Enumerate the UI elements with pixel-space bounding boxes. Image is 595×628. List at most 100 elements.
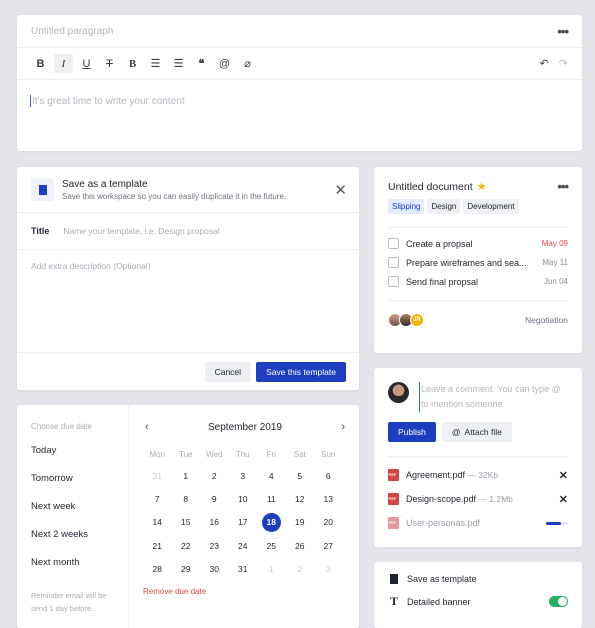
- calendar-grid: Mon Tue Wed Thu Fri Sat Sun 31 1 2 3 4 5 6 7 8 9 10 11 12 13…: [143, 445, 347, 581]
- calendar: ‹ September 2019 › Mon Tue Wed Thu Fri Sat Sun…: [129, 405, 359, 628]
- calendar-day[interactable]: 3: [314, 558, 343, 581]
- star-icon[interactable]: ★: [477, 181, 487, 193]
- date-option-next-2-weeks[interactable]: Next 2 weeks: [31, 529, 114, 557]
- detailed-banner-toggle[interactable]: [549, 596, 568, 607]
- calendar-day[interactable]: 25: [257, 534, 286, 557]
- calendar-day[interactable]: 13: [314, 487, 343, 510]
- calendar-day[interactable]: 27: [314, 534, 343, 557]
- task-text: Create a propsal: [406, 238, 473, 249]
- description-input[interactable]: Add extra description (Optional): [17, 250, 359, 353]
- calendar-day[interactable]: 2: [286, 558, 315, 581]
- publish-button[interactable]: Publish: [388, 422, 436, 442]
- quick-dates: Choose due date Today Tomorrow Next week…: [17, 405, 129, 628]
- weekday-label: Sun: [321, 450, 336, 459]
- calendar-day[interactable]: 26: [286, 534, 315, 557]
- quote-icon[interactable]: ❝: [192, 54, 211, 73]
- underline-icon[interactable]: U: [77, 54, 96, 73]
- calendar-day[interactable]: 1: [257, 558, 286, 581]
- selected-day[interactable]: 18: [261, 512, 281, 532]
- weekday-label: Thu: [235, 450, 250, 459]
- italic-icon[interactable]: I: [54, 54, 73, 73]
- undo-icon[interactable]: ↶: [540, 57, 549, 70]
- calendar-day[interactable]: 21: [143, 534, 172, 557]
- ordered-list-icon[interactable]: ☰: [146, 54, 165, 73]
- calendar-day[interactable]: 30: [200, 558, 229, 581]
- calendar-day[interactable]: 15: [172, 511, 201, 534]
- more-icon[interactable]: •••: [557, 180, 569, 193]
- attach-file-button[interactable]: @ Attach file: [441, 422, 512, 442]
- calendar-day[interactable]: 6: [314, 464, 343, 487]
- calendar-day[interactable]: 9: [200, 487, 229, 510]
- calendar-day[interactable]: 28: [143, 558, 172, 581]
- bold-icon[interactable]: B: [31, 54, 50, 73]
- settings-card: Save as template T Detailed banner: [374, 562, 582, 628]
- comment-input[interactable]: Leave a comment. You can type @ to menti…: [419, 382, 568, 412]
- calendar-day[interactable]: 3: [229, 464, 258, 487]
- calendar-day[interactable]: 17: [229, 511, 258, 534]
- date-option-today[interactable]: Today: [31, 445, 114, 473]
- calendar-day[interactable]: 24: [229, 534, 258, 557]
- document-title[interactable]: Untitled document: [388, 181, 473, 193]
- calendar-day[interactable]: 7: [143, 487, 172, 510]
- date-option-tomorrow[interactable]: Tomorrow: [31, 473, 114, 501]
- tag[interactable]: Development: [463, 199, 519, 214]
- calendar-day[interactable]: 16: [200, 511, 229, 534]
- strikethrough-icon[interactable]: T: [100, 54, 119, 73]
- remove-file-icon[interactable]: ✕: [559, 469, 568, 482]
- link-icon[interactable]: @: [215, 54, 234, 73]
- calendar-day[interactable]: 4: [257, 464, 286, 487]
- date-option-next-month[interactable]: Next month: [31, 557, 114, 585]
- document-card: Untitled document ★ ••• Slipping Design D…: [374, 167, 582, 353]
- date-option-next-week[interactable]: Next week: [31, 501, 114, 529]
- title-input[interactable]: Untitled paragraph: [31, 26, 113, 37]
- calendar-day[interactable]: 5: [286, 464, 315, 487]
- calendar-day[interactable]: 1: [172, 464, 201, 487]
- calendar-day[interactable]: 22: [172, 534, 201, 557]
- calendar-day[interactable]: 19: [286, 511, 315, 534]
- tag[interactable]: Slipping: [388, 199, 425, 214]
- template-title-input[interactable]: Name your template, i.e. Design proposal: [63, 226, 219, 236]
- dialog-header: Save as a template Save this workspace s…: [17, 167, 359, 213]
- file-name[interactable]: Design-scope.pdf: [406, 494, 476, 504]
- calendar-day[interactable]: 29: [172, 558, 201, 581]
- file-size: — 32Kb: [465, 470, 499, 480]
- stage-label: Negotiation: [524, 315, 568, 325]
- prev-month-icon[interactable]: ‹: [145, 421, 149, 433]
- task-checkbox[interactable]: [388, 276, 399, 287]
- remove-file-icon[interactable]: ✕: [559, 493, 568, 506]
- remove-due-date-link[interactable]: Remove due date: [143, 587, 347, 596]
- close-icon[interactable]: ✕: [334, 181, 347, 199]
- editor-body[interactable]: It's great time to write your content: [17, 80, 582, 122]
- calendar-day[interactable]: 12: [286, 487, 315, 510]
- task-checkbox[interactable]: [388, 257, 399, 268]
- weekday-label: Tue: [179, 450, 193, 459]
- calendar-day[interactable]: 23: [200, 534, 229, 557]
- calendar-day[interactable]: 18: [257, 511, 286, 534]
- unlink-icon[interactable]: ⌀: [238, 54, 257, 73]
- redo-icon[interactable]: ↷: [559, 57, 568, 70]
- calendar-day[interactable]: 14: [143, 511, 172, 534]
- tag[interactable]: Design: [427, 199, 461, 214]
- calendar-day[interactable]: 31: [143, 464, 172, 487]
- more-icon[interactable]: •••: [557, 25, 569, 38]
- cancel-button[interactable]: Cancel: [204, 361, 252, 382]
- calendar-day[interactable]: 11: [257, 487, 286, 510]
- save-template-button[interactable]: Save this template: [256, 361, 346, 382]
- task-item: Send final propsal Jun 04: [388, 272, 568, 291]
- calendar-day[interactable]: 10: [229, 487, 258, 510]
- calendar-day[interactable]: 2: [200, 464, 229, 487]
- save-as-template-item[interactable]: Save as template: [374, 567, 582, 590]
- calendar-day[interactable]: 8: [172, 487, 201, 510]
- bullet-list-icon[interactable]: ☰: [169, 54, 188, 73]
- calendar-day[interactable]: 20: [314, 511, 343, 534]
- calendar-day[interactable]: 31: [229, 558, 258, 581]
- task-checkbox[interactable]: [388, 238, 399, 249]
- member-avatars[interactable]: JR: [388, 313, 424, 327]
- task-text: Send final propsal: [406, 276, 479, 287]
- next-month-icon[interactable]: ›: [341, 421, 345, 433]
- heading-icon[interactable]: B: [123, 54, 142, 73]
- title-row: Title Name your template, i.e. Design pr…: [17, 213, 359, 250]
- task-text: Prepare wireframes and sea...: [406, 257, 527, 268]
- file-name[interactable]: Agreement.pdf: [406, 470, 465, 480]
- weekday-label: Wed: [206, 450, 223, 459]
